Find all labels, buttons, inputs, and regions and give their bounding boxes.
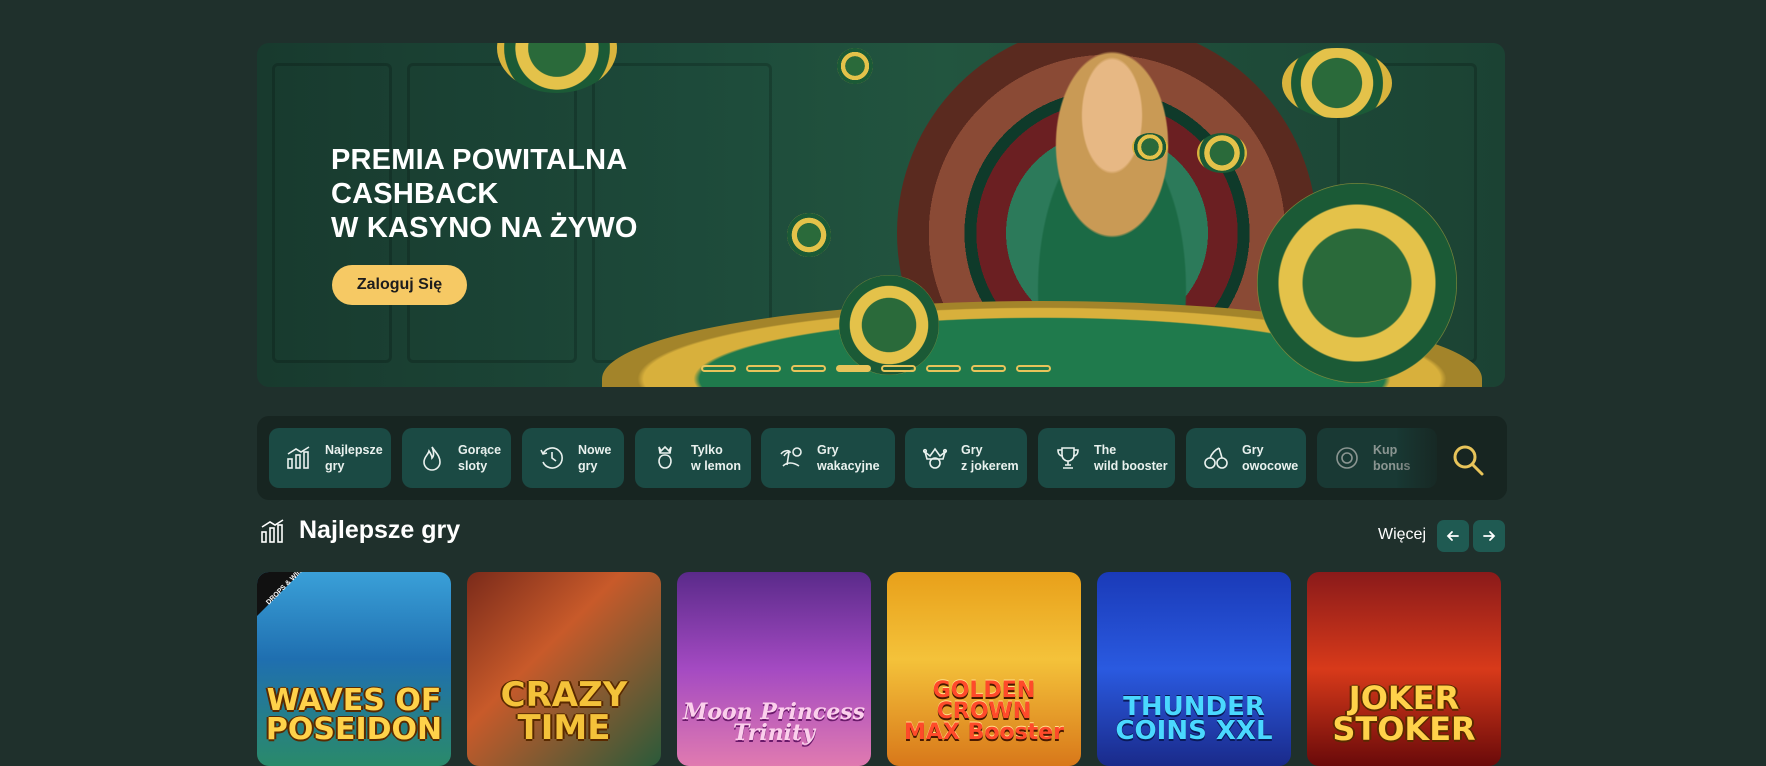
category-only-lemon[interactable]: Tylko w lemon bbox=[635, 428, 751, 488]
game-title-line: TIME bbox=[517, 707, 611, 748]
game-title-line: CRAZY bbox=[500, 675, 628, 716]
game-title-line: MAX Booster bbox=[904, 720, 1064, 746]
game-title-line: Trinity bbox=[732, 720, 815, 747]
category-label: Nowe bbox=[578, 443, 612, 457]
category-label: Gry bbox=[1242, 443, 1264, 457]
joker-icon bbox=[922, 447, 948, 469]
category-label: wakacyjne bbox=[817, 459, 880, 473]
dealer-image bbox=[997, 43, 1227, 333]
chip-image bbox=[839, 275, 939, 375]
game-card[interactable]: THUNDER COINS XXL bbox=[1097, 572, 1291, 766]
next-button[interactable] bbox=[1473, 520, 1505, 552]
arrow-left-icon bbox=[1446, 531, 1459, 541]
beach-icon bbox=[780, 447, 802, 467]
category-label: gry bbox=[325, 459, 345, 473]
coin-icon bbox=[1336, 447, 1358, 469]
category-fruit-games[interactable]: Gry owocowe bbox=[1186, 428, 1306, 488]
game-title-line: GOLDEN CROWN bbox=[932, 678, 1036, 725]
category-label: owocowe bbox=[1242, 459, 1299, 473]
carousel-dot[interactable] bbox=[1016, 365, 1051, 372]
carousel-dot[interactable] bbox=[746, 365, 781, 372]
category-label: sloty bbox=[458, 459, 488, 473]
category-label: The bbox=[1094, 443, 1117, 457]
carousel-dots bbox=[701, 365, 1051, 372]
carousel-dot[interactable] bbox=[791, 365, 826, 372]
game-title: THUNDER COINS XXL bbox=[1115, 694, 1273, 766]
section-title: Najlepsze gry bbox=[299, 516, 461, 544]
arrow-right-icon bbox=[1483, 531, 1496, 541]
category-label: Najlepsze bbox=[325, 443, 383, 457]
category-label: Gry bbox=[817, 443, 839, 457]
headline-line: W KASYNO NA ŻYWO bbox=[331, 212, 638, 244]
game-title: Moon Princess Trinity bbox=[683, 701, 865, 766]
headline-line: PREMIA POWITALNA bbox=[331, 144, 628, 176]
game-card[interactable]: CRAZY TIME bbox=[467, 572, 661, 766]
hero-banner[interactable]: PREMIA POWITALNA CASHBACK W KASYNO NA ŻY… bbox=[257, 43, 1505, 387]
game-title-line: POSEIDON bbox=[265, 711, 443, 747]
prev-button[interactable] bbox=[1437, 520, 1469, 552]
game-title: WAVES OF POSEIDON bbox=[265, 686, 443, 766]
category-hot-slots[interactable]: Gorące sloty bbox=[402, 428, 511, 488]
game-card[interactable]: Moon Princess Trinity bbox=[677, 572, 871, 766]
category-label: gry bbox=[578, 459, 598, 473]
carousel-dot[interactable] bbox=[881, 365, 916, 372]
category-label: z jokerem bbox=[961, 459, 1019, 473]
clock-icon bbox=[540, 447, 563, 469]
game-card[interactable]: JOKER STOKER bbox=[1307, 572, 1501, 766]
chip-image bbox=[1257, 183, 1457, 383]
category-label: w lemon bbox=[691, 459, 742, 473]
category-joker-games[interactable]: Gry z jokerem bbox=[905, 428, 1027, 488]
lemon-crown-icon bbox=[658, 445, 672, 469]
headline-line: CASHBACK bbox=[331, 178, 499, 210]
carousel-dot-active[interactable] bbox=[836, 365, 871, 372]
category-bar: Najlepsze gry Gorące sloty Nowe gry Tylko w … bbox=[257, 416, 1507, 500]
carousel-dot[interactable] bbox=[971, 365, 1006, 372]
chip-image bbox=[837, 48, 873, 84]
trophy-icon bbox=[1057, 447, 1079, 469]
game-card[interactable]: DROPS & WINS WAVES OF POSEIDON bbox=[257, 572, 451, 766]
more-link[interactable]: Więcej bbox=[1378, 526, 1426, 544]
category-holiday-games[interactable]: Gry wakacyjne bbox=[761, 428, 895, 488]
game-title-line: STOKER bbox=[1332, 709, 1476, 748]
login-button[interactable]: Zaloguj Się bbox=[332, 265, 467, 305]
category-label: Gry bbox=[961, 443, 983, 457]
game-title: GOLDEN CROWN MAX Booster bbox=[887, 678, 1081, 766]
category-label: Tylko bbox=[691, 443, 723, 457]
game-title: CRAZY TIME bbox=[500, 675, 628, 766]
chip-image bbox=[1282, 48, 1392, 118]
category-best-games[interactable]: Najlepsze gry bbox=[269, 428, 391, 488]
chip-image bbox=[1197, 133, 1247, 173]
chip-image bbox=[787, 213, 831, 257]
game-title: JOKER STOKER bbox=[1332, 682, 1476, 766]
chip-image bbox=[1132, 133, 1168, 161]
category-label: wild booster bbox=[1094, 459, 1168, 473]
category-new-games[interactable]: Nowe gry bbox=[522, 428, 624, 488]
category-wild-booster[interactable]: The wild booster bbox=[1038, 428, 1175, 488]
chart-icon bbox=[261, 518, 284, 543]
game-card[interactable]: GOLDEN CROWN MAX Booster bbox=[887, 572, 1081, 766]
cherry-icon bbox=[1204, 447, 1228, 469]
section-header: Najlepsze gry bbox=[259, 516, 460, 545]
carousel-dot[interactable] bbox=[701, 365, 736, 372]
search-icon bbox=[1453, 445, 1484, 476]
category-label: Gorące bbox=[458, 443, 502, 457]
game-title-line: COINS XXL bbox=[1115, 716, 1273, 747]
search-button[interactable] bbox=[1446, 438, 1490, 482]
flame-icon bbox=[423, 446, 441, 471]
hero-headline: PREMIA POWITALNA CASHBACK W KASYNO NA ŻY… bbox=[331, 143, 638, 245]
chart-icon bbox=[287, 446, 310, 469]
carousel-dot[interactable] bbox=[926, 365, 961, 372]
